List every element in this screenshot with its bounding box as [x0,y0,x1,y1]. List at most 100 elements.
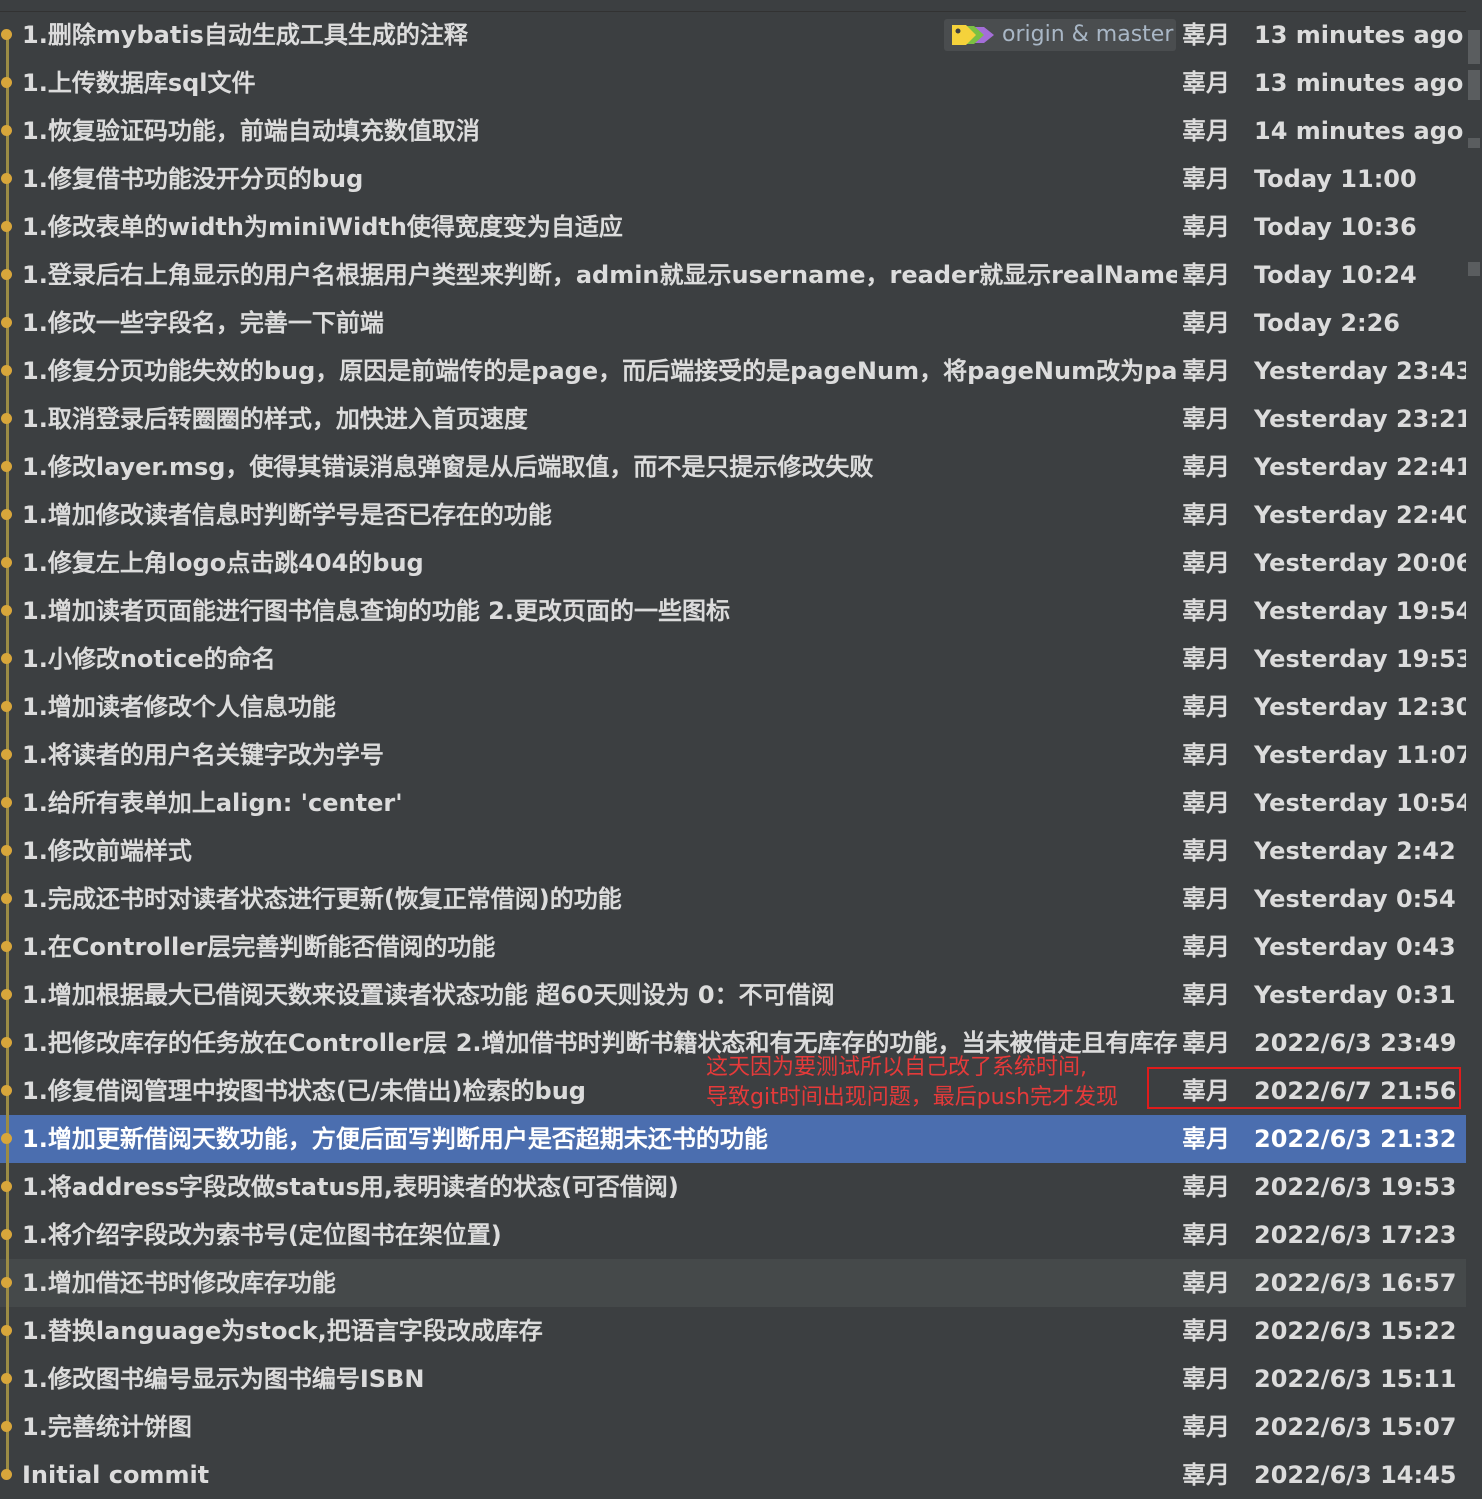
commit-author: 辜月 [1182,1029,1230,1057]
commit-subject: 1.小修改notice的命名 [22,645,276,673]
branch-ref-badge: origin & master [944,19,1176,51]
commit-subject: 1.修复借书功能没开分页的bug [22,165,364,193]
commit-author: 辜月 [1182,1173,1230,1201]
commit-date: Yesterday 10:54 [1254,789,1473,817]
commit-node-icon [1,1133,12,1144]
commit-subject: 1.完成还书时对读者状态进行更新(恢复正常借阅)的功能 [22,885,622,913]
commit-node-icon [1,413,12,424]
commit-node-icon [1,701,12,712]
commit-subject: 1.上传数据库sql文件 [22,69,256,97]
commit-node-icon [1,317,12,328]
commit-row[interactable]: 1.上传数据库sql文件 辜月 13 minutes ago [0,59,1466,107]
commit-node-icon [1,989,12,1000]
commit-row[interactable]: 1.增加借还书时修改库存功能 辜月 2022/6/3 16:57 [0,1259,1466,1307]
commit-row[interactable]: 1.将读者的用户名关键字改为学号 辜月 Yesterday 11:07 [0,731,1473,779]
commit-author: 辜月 [1182,1221,1230,1249]
commit-row[interactable]: 1.修复分页功能失效的bug，原因是前端传的是page，而后端接受的是pageN… [0,347,1472,395]
commit-node-icon [1,125,12,136]
commit-date: 2022/6/3 15:22 [1254,1317,1457,1345]
commit-row[interactable]: 1.给所有表单加上align: 'center' 辜月 Yesterday 10:5… [0,779,1473,827]
commit-row[interactable]: 1.将介绍字段改为索书号(定位图书在架位置) 辜月 2022/6/3 17:23 [0,1211,1466,1259]
scrollbar-marker [1468,30,1480,64]
commit-row[interactable]: 1.修复借阅管理中按图书状态(已/未借出)检索的bug 辜月 2022/6/7 21… [0,1067,1466,1115]
commit-subject: 1.修复分页功能失效的bug，原因是前端传的是page，而后端接受的是pageN… [22,357,1177,385]
commit-date: 2022/6/7 21:56 [1254,1077,1457,1105]
commit-row[interactable]: 1.修改前端样式 辜月 Yesterday 2:42 [0,827,1466,875]
commit-row[interactable]: 1.将address字段改做status用,表明读者的状态(可否借阅) 辜月 202… [0,1163,1466,1211]
commit-row[interactable]: 1.修改layer.msg，使得其错误消息弹窗是从后端取值，而不是只提示修改失败… [0,443,1472,491]
commit-row[interactable]: 1.登录后右上角显示的用户名根据用户类型来判断，admin就显示username… [0,251,1466,299]
commit-author: 辜月 [1182,693,1230,721]
commit-date: Today 11:00 [1254,165,1417,193]
commit-subject: 1.增加借还书时修改库存功能 [22,1269,336,1297]
commit-date: Yesterday 23:21 [1254,405,1473,433]
commit-row[interactable]: 1.增加读者修改个人信息功能 辜月 Yesterday 12:30 [0,683,1472,731]
commit-row[interactable]: 1.增加修改读者信息时判断学号是否已存在的功能 辜月 Yesterday 22:40 [0,491,1473,539]
commit-date: Yesterday 19:54 [1254,597,1473,625]
commit-log-table[interactable]: 1.删除mybatis自动生成工具生成的注释 origin & master 辜月 1… [0,11,1473,1499]
commit-date: Yesterday 11:07 [1254,741,1473,769]
commit-row[interactable]: 1.修复借书功能没开分页的bug 辜月 Today 11:00 [0,155,1466,203]
commit-author: 辜月 [1182,501,1230,529]
commit-node-icon [1,461,12,472]
commit-row[interactable]: 1.修改图书编号显示为图书编号ISBN 辜月 2022/6/3 15:11 [0,1355,1466,1403]
commit-author: 辜月 [1182,453,1230,481]
commit-row[interactable]: 1.增加根据最大已借阅天数来设置读者状态功能 超60天则设为 0：不可借阅 辜月 Y… [0,971,1466,1019]
commit-author: 辜月 [1182,117,1230,145]
commit-author: 辜月 [1182,1413,1230,1441]
commit-node-icon [1,797,12,808]
commit-subject: 1.完善统计饼图 [22,1413,192,1441]
commit-author: 辜月 [1182,981,1230,1009]
commit-row[interactable]: 1.修改一些字段名，完善一下前端 辜月 Today 2:26 [0,299,1466,347]
commit-subject: 1.增加更新借阅天数功能，方便后面写判断用户是否超期未还书的功能 [22,1125,768,1153]
commit-subject: 1.给所有表单加上align: 'center' [22,789,403,817]
commit-author: 辜月 [1182,1317,1230,1345]
commit-subject: Initial commit [22,1461,210,1489]
commit-row[interactable]: 1.替换language为stock,把语言字段改成库存 辜月 2022/6/3 1… [0,1307,1466,1355]
commit-row[interactable]: 1.增加更新借阅天数功能，方便后面写判断用户是否超期未还书的功能 辜月 2022/6… [0,1115,1466,1163]
commit-row[interactable]: 1.完善统计饼图 辜月 2022/6/3 15:07 [0,1403,1466,1451]
commit-author: 辜月 [1182,165,1230,193]
commit-date: 14 minutes ago [1254,117,1464,145]
commit-row[interactable]: 1.删除mybatis自动生成工具生成的注释 origin & master 辜月 1… [0,11,1466,59]
commit-author: 辜月 [1182,1461,1230,1489]
commit-row[interactable]: 1.取消登录后转圈圈的样式，加快进入首页速度 辜月 Yesterday 23:21 [0,395,1473,443]
commit-author: 辜月 [1182,597,1230,625]
commit-node-icon [1,1421,12,1432]
commit-date: Yesterday 22:40 [1254,501,1473,529]
commit-row[interactable]: 1.修改表单的width为miniWidth使得宽度变为自适应 辜月 Today 1… [0,203,1466,251]
commit-date: Yesterday 2:42 [1254,837,1456,865]
commit-row[interactable]: 1.修复左上角logo点击跳404的bug 辜月 Yesterday 20:06 [0,539,1473,587]
tag-icon [952,25,994,45]
commit-row[interactable]: 1.小修改notice的命名 辜月 Yesterday 19:53 [0,635,1473,683]
commit-date: 2022/6/3 23:49 [1254,1029,1457,1057]
commit-node-icon [1,1037,12,1048]
commit-node-icon [1,1325,12,1336]
commit-date: 2022/6/3 15:07 [1254,1413,1457,1441]
scrollbar-marker [1468,138,1480,148]
commit-node-icon [1,1373,12,1384]
commit-subject: 1.修改一些字段名，完善一下前端 [22,309,384,337]
commit-row[interactable]: 1.恢复验证码功能，前端自动填充数值取消 辜月 14 minutes ago [0,107,1466,155]
commit-date: 13 minutes ago [1254,69,1464,97]
commit-date: Today 2:26 [1254,309,1401,337]
commit-node-icon [1,29,12,40]
vertical-scrollbar[interactable] [1466,0,1482,1495]
commit-node-icon [1,845,12,856]
commit-date: Yesterday 19:53 [1254,645,1473,673]
commit-row[interactable]: Initial commit 辜月 2022/6/3 14:45 [0,1451,1466,1499]
commit-author: 辜月 [1182,309,1230,337]
commit-row[interactable]: 1.在Controller层完善判断能否借阅的功能 辜月 Yesterday 0:4… [0,923,1466,971]
commit-subject: 1.修改表单的width为miniWidth使得宽度变为自适应 [22,213,623,241]
commit-subject: 1.修改前端样式 [22,837,192,865]
commit-row[interactable]: 1.增加读者页面能进行图书信息查询的功能 2.更改页面的一些图标 辜月 Yester… [0,587,1473,635]
commit-date: Yesterday 20:06 [1254,549,1473,577]
commit-author: 辜月 [1182,357,1230,385]
commit-row[interactable]: 1.完成还书时对读者状态进行更新(恢复正常借阅)的功能 辜月 Yesterday 0… [0,875,1466,923]
commit-node-icon [1,221,12,232]
commit-author: 辜月 [1182,933,1230,961]
commit-author: 辜月 [1182,837,1230,865]
commit-row[interactable]: 1.把修改库存的任务放在Controller层 2.增加借书时判断书籍状态和有无… [0,1019,1466,1067]
commit-author: 辜月 [1182,549,1230,577]
commit-subject: 1.将address字段改做status用,表明读者的状态(可否借阅) [22,1173,679,1201]
